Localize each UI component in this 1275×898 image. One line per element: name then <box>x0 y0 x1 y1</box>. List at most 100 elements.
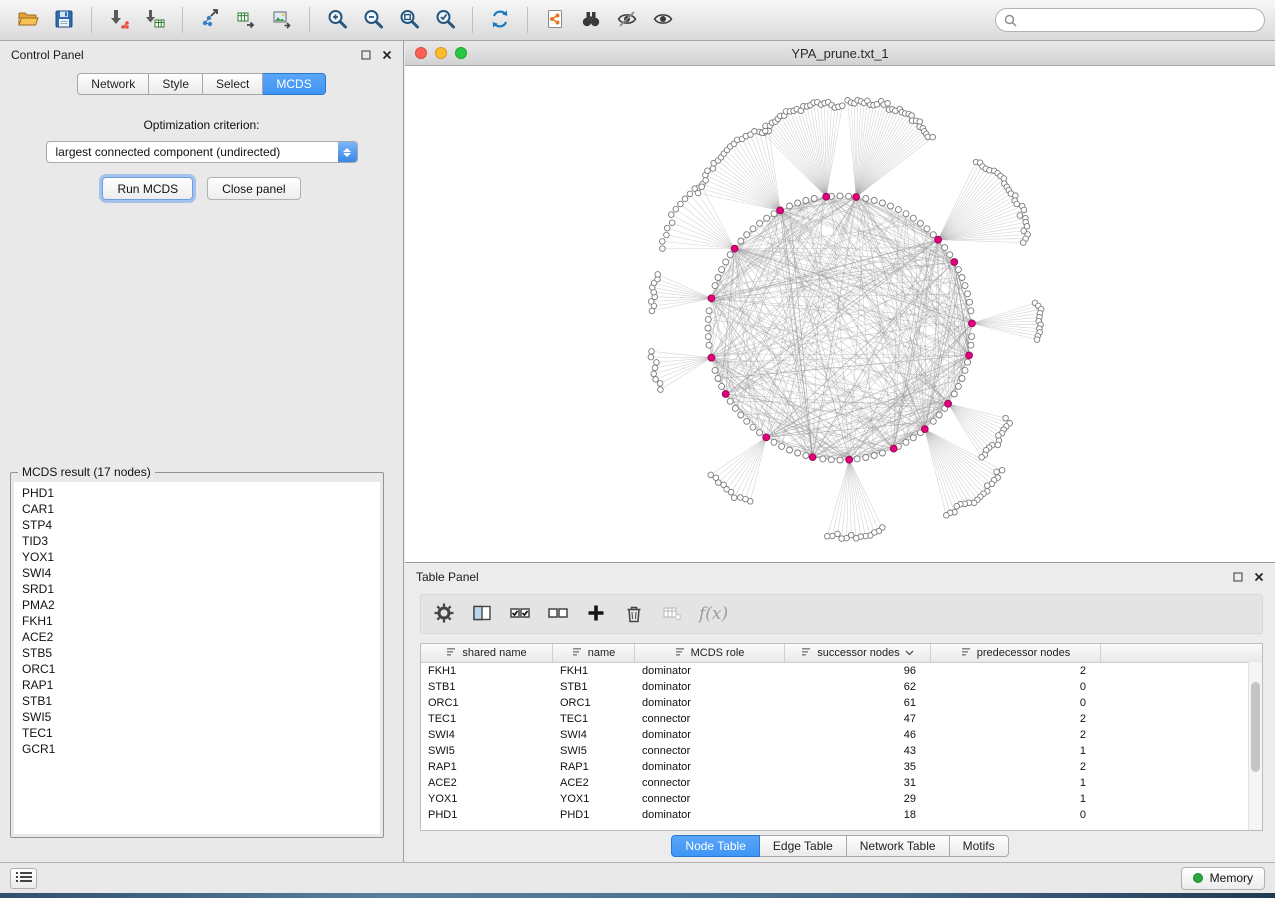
table-row[interactable]: YOX1YOX1connector291 <box>421 791 1262 807</box>
float-table-panel-icon[interactable] <box>1233 572 1243 582</box>
maximize-window-icon[interactable] <box>455 47 467 59</box>
column-header-successor-nodes[interactable]: successor nodes <box>785 644 931 662</box>
control-panel-title: Control Panel <box>11 48 84 62</box>
column-header-filler <box>1101 644 1262 662</box>
import-network-button[interactable] <box>101 4 137 36</box>
network-graph[interactable] <box>405 66 1275 562</box>
mcds-result-item[interactable]: PHD1 <box>22 485 380 501</box>
search-input[interactable] <box>995 8 1265 32</box>
mcds-result-item[interactable]: SRD1 <box>22 581 380 597</box>
document-share-button[interactable] <box>537 4 573 36</box>
status-list-button[interactable] <box>10 868 37 889</box>
close-window-icon[interactable] <box>415 47 427 59</box>
tab-style[interactable]: Style <box>149 73 203 95</box>
mcds-result-item[interactable]: STB1 <box>22 693 380 709</box>
column-header-predecessor-nodes[interactable]: predecessor nodes <box>931 644 1101 662</box>
column-header-name[interactable]: name <box>553 644 635 662</box>
close-panel-icon[interactable] <box>382 50 392 60</box>
export-network-button[interactable] <box>192 4 228 36</box>
mcds-result-item[interactable]: TEC1 <box>22 725 380 741</box>
export-image-button[interactable] <box>264 4 300 36</box>
cell-predecessor-nodes: 0 <box>931 809 1101 821</box>
save-session-button[interactable] <box>46 4 82 36</box>
tab-node-table[interactable]: Node Table <box>671 835 760 857</box>
column-header-mcds-role[interactable]: MCDS role <box>635 644 785 662</box>
zoom-out-button[interactable] <box>355 4 391 36</box>
binoculars-button[interactable] <box>573 4 609 36</box>
cell-predecessor-nodes: 2 <box>931 665 1101 677</box>
tab-edge-table[interactable]: Edge Table <box>760 835 847 857</box>
delete-row-button[interactable] <box>617 598 651 630</box>
function-builder-icon[interactable]: f(x) <box>699 604 728 624</box>
table-row[interactable]: SWI4SWI4dominator462 <box>421 727 1262 743</box>
cell-name: RAP1 <box>553 761 635 773</box>
add-row-button[interactable] <box>579 598 613 630</box>
mcds-result-item[interactable]: RAP1 <box>22 677 380 693</box>
sort-icon <box>675 646 686 660</box>
tab-mcds[interactable]: MCDS <box>263 73 325 95</box>
mcds-result-item[interactable]: GCR1 <box>22 741 380 757</box>
float-panel-icon[interactable] <box>361 50 371 60</box>
toggle-columns-button[interactable] <box>465 598 499 630</box>
close-panel-button[interactable]: Close panel <box>207 177 300 200</box>
refresh-network-icon <box>489 8 511 33</box>
tab-motifs[interactable]: Motifs <box>950 835 1009 857</box>
close-table-panel-icon[interactable] <box>1254 572 1264 582</box>
mcds-result-item[interactable]: YOX1 <box>22 549 380 565</box>
desktop-wallpaper-strip <box>0 893 1275 898</box>
mcds-result-item[interactable]: ORC1 <box>22 661 380 677</box>
scrollbar-thumb[interactable] <box>1251 682 1260 772</box>
zoom-fit-icon <box>398 8 420 33</box>
table-row[interactable]: STB1STB1dominator620 <box>421 679 1262 695</box>
mcds-result-item[interactable]: STP4 <box>22 517 380 533</box>
memory-button[interactable]: Memory <box>1181 867 1265 890</box>
zoom-in-button[interactable] <box>319 4 355 36</box>
mcds-result-item[interactable]: TID3 <box>22 533 380 549</box>
eye-button[interactable] <box>645 4 681 36</box>
table-scrollbar[interactable] <box>1248 662 1262 830</box>
eye-slash-button[interactable] <box>609 4 645 36</box>
cell-successor-nodes: 18 <box>785 809 931 821</box>
mcds-result-item[interactable]: SWI5 <box>22 709 380 725</box>
table-row[interactable]: ORC1ORC1dominator610 <box>421 695 1262 711</box>
cell-predecessor-nodes: 1 <box>931 745 1101 757</box>
zoom-selected-button[interactable] <box>427 4 463 36</box>
network-canvas[interactable] <box>405 66 1275 562</box>
column-header-shared-name[interactable]: shared name <box>421 644 553 662</box>
tab-network-table[interactable]: Network Table <box>847 835 950 857</box>
zoom-fit-button[interactable] <box>391 4 427 36</box>
run-mcds-button[interactable]: Run MCDS <box>102 177 193 200</box>
import-table-button[interactable] <box>137 4 173 36</box>
mcds-result-item[interactable]: ACE2 <box>22 629 380 645</box>
export-table-button[interactable] <box>228 4 264 36</box>
minimize-window-icon[interactable] <box>435 47 447 59</box>
mcds-result-item[interactable]: STB5 <box>22 645 380 661</box>
table-row[interactable]: FKH1FKH1dominator962 <box>421 663 1262 679</box>
table-panel-tabs: Node TableEdge TableNetwork TableMotifs <box>405 835 1275 857</box>
table-row[interactable]: RAP1RAP1dominator352 <box>421 759 1262 775</box>
uncheck-all-button[interactable] <box>541 598 575 630</box>
chevron-down-icon[interactable] <box>905 647 914 659</box>
table-row[interactable]: SWI5SWI5connector431 <box>421 743 1262 759</box>
mcds-result-item[interactable]: FKH1 <box>22 613 380 629</box>
mcds-result-item[interactable]: CAR1 <box>22 501 380 517</box>
refresh-network-button[interactable] <box>482 4 518 36</box>
tab-select[interactable]: Select <box>203 73 263 95</box>
import-table-disabled-button <box>655 598 689 630</box>
criterion-select[interactable]: largest connected component (undirected) <box>46 141 358 163</box>
check-all-button[interactable] <box>503 598 537 630</box>
cell-predecessor-nodes: 2 <box>931 761 1101 773</box>
table-row[interactable]: PHD1PHD1dominator180 <box>421 807 1262 823</box>
tab-network[interactable]: Network <box>77 73 149 95</box>
settings-gear-icon <box>433 602 455 627</box>
settings-gear-button[interactable] <box>427 598 461 630</box>
table-row[interactable]: ACE2ACE2connector311 <box>421 775 1262 791</box>
table-row[interactable]: TEC1TEC1connector472 <box>421 711 1262 727</box>
mcds-result-list[interactable]: PHD1CAR1STP4TID3YOX1SWI4SRD1PMA2FKH1ACE2… <box>14 482 380 834</box>
column-label: predecessor nodes <box>977 647 1071 659</box>
mcds-result-item[interactable]: PMA2 <box>22 597 380 613</box>
cell-successor-nodes: 29 <box>785 793 931 805</box>
mcds-result-item[interactable]: SWI4 <box>22 565 380 581</box>
cell-name: PHD1 <box>553 809 635 821</box>
open-file-button[interactable] <box>10 4 46 36</box>
